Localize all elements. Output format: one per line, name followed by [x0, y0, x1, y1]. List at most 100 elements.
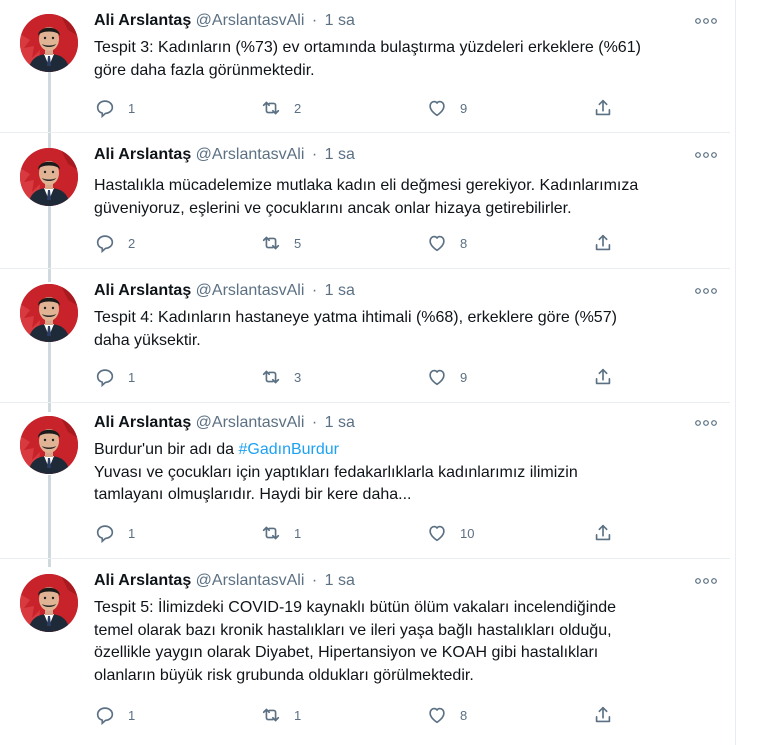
author-handle[interactable]: @ArslantasvAli — [196, 282, 305, 299]
like-button[interactable]: 10 — [426, 522, 474, 544]
tweet-header: Ali Arslantaş @ArslantasvAli · 1 sa — [94, 146, 355, 168]
more-options-icon[interactable] — [694, 284, 718, 298]
reply-button[interactable]: 1 — [94, 97, 135, 119]
more-options-icon[interactable] — [694, 14, 718, 28]
tweet-text-line: Burdur'un bir adı da #GadınBurdur — [94, 439, 724, 462]
author-handle[interactable]: @ArslantasvAli — [196, 12, 305, 29]
reply-button[interactable]: 1 — [94, 366, 135, 388]
tweet-text-line: Tespit 4: Kadınların hastaneye yatma iht… — [94, 309, 617, 326]
tweet-header: Ali Arslantaş @ArslantasvAli · 1 sa — [94, 282, 355, 304]
like-button[interactable]: 9 — [426, 366, 467, 388]
author-name[interactable]: Ali Arslantaş — [94, 146, 191, 163]
tweet-actions: 1 2 9 — [94, 97, 634, 121]
retweet-button[interactable]: 3 — [260, 366, 301, 388]
more-options-icon[interactable] — [694, 416, 718, 430]
tweet-text-line: daha yüksektir. — [94, 331, 201, 349]
tweet[interactable]: Ali Arslantaş @ArslantasvAli · 1 sa Tesp… — [0, 572, 730, 737]
tweet-text-line: güveniyoruz, eşlerini ve çocuklarını anc… — [94, 199, 572, 217]
author-handle[interactable]: @ArslantasvAli — [196, 572, 305, 589]
heart-icon — [426, 704, 448, 726]
tweet[interactable]: Ali Arslantaş @ArslantasvAli · 1 sa Hast… — [0, 146, 730, 264]
avatar[interactable] — [20, 416, 78, 474]
tweet-text-line: Tespit 3: Kadınların (%73) ev ortamında … — [94, 39, 641, 56]
share-button[interactable] — [592, 522, 614, 544]
author-name[interactable]: Ali Arslantaş — [94, 12, 191, 29]
tweet-intro: Burdur'un bir adı da — [94, 441, 235, 458]
share-icon — [592, 232, 614, 254]
tweet-text-line: Hastalıkla mücadelemize mutlaka kadın el… — [94, 177, 639, 194]
retweet-button[interactable]: 1 — [260, 704, 301, 726]
separator-dot: · — [311, 12, 318, 29]
tweet-header: Ali Arslantaş @ArslantasvAli · 1 sa — [94, 572, 355, 594]
reply-icon — [94, 522, 116, 544]
timestamp[interactable]: 1 sa — [325, 146, 355, 163]
tweet[interactable]: Ali Arslantaş @ArslantasvAli · 1 sa Burd… — [0, 414, 730, 554]
share-icon — [592, 366, 614, 388]
tweet-actions: 1 3 9 — [94, 366, 634, 390]
share-button[interactable] — [592, 232, 614, 254]
divider — [0, 558, 730, 559]
more-options-icon[interactable] — [694, 574, 718, 588]
avatar[interactable] — [20, 284, 78, 342]
retweet-count: 5 — [294, 235, 302, 251]
author-handle[interactable]: @ArslantasvAli — [196, 414, 305, 431]
like-button[interactable]: 9 — [426, 97, 467, 119]
like-count: 9 — [460, 100, 468, 116]
retweet-count: 1 — [294, 525, 302, 541]
like-count: 8 — [460, 235, 468, 251]
author-handle[interactable]: @ArslantasvAli — [196, 146, 305, 163]
retweet-button[interactable]: 1 — [260, 522, 301, 544]
avatar[interactable] — [20, 148, 78, 206]
reply-icon — [94, 366, 116, 388]
divider — [0, 402, 730, 403]
retweet-count: 3 — [294, 369, 302, 385]
tweet[interactable]: Ali Arslantaş @ArslantasvAli · 1 sa Tesp… — [0, 12, 730, 130]
reply-count: 2 — [128, 235, 136, 251]
tweet-text-line: göre daha fazla görünmektedir. — [94, 61, 315, 79]
reply-count: 1 — [128, 100, 136, 116]
tweet-text: Tespit 5: İlimizdeki COVID-19 kaynaklı b… — [94, 597, 724, 687]
retweet-icon — [260, 97, 282, 119]
share-button[interactable] — [592, 97, 614, 119]
reply-button[interactable]: 1 — [94, 704, 135, 726]
like-button[interactable]: 8 — [426, 232, 467, 254]
share-button[interactable] — [592, 366, 614, 388]
tweet-text-line: özellikle yaygın olarak Diyabet, Hiperta… — [94, 644, 599, 661]
retweet-icon — [260, 366, 282, 388]
reply-button[interactable]: 1 — [94, 522, 135, 544]
separator-dot: · — [311, 414, 318, 431]
tweet-text: Hastalıkla mücadelemize mutlaka kadın el… — [94, 175, 724, 220]
more-options-icon[interactable] — [694, 148, 718, 162]
reply-icon — [94, 704, 116, 726]
retweet-count: 2 — [294, 100, 302, 116]
like-count: 10 — [460, 525, 475, 541]
timestamp[interactable]: 1 sa — [325, 572, 355, 589]
retweet-icon — [260, 522, 282, 544]
reply-icon — [94, 232, 116, 254]
heart-icon — [426, 366, 448, 388]
author-name[interactable]: Ali Arslantaş — [94, 414, 191, 431]
heart-icon — [426, 232, 448, 254]
separator-dot: · — [311, 282, 318, 299]
avatar[interactable] — [20, 14, 78, 72]
share-icon — [592, 522, 614, 544]
reply-button[interactable]: 2 — [94, 232, 135, 254]
retweet-button[interactable]: 5 — [260, 232, 301, 254]
timestamp[interactable]: 1 sa — [325, 12, 355, 29]
tweet-actions: 1 1 10 — [94, 522, 634, 546]
hashtag-link[interactable]: #GadınBurdur — [238, 441, 339, 458]
share-button[interactable] — [592, 704, 614, 726]
retweet-button[interactable]: 2 — [260, 97, 301, 119]
tweet-text-line: Yuvası ve çocukları için yaptıkları feda… — [94, 463, 578, 481]
heart-icon — [426, 522, 448, 544]
avatar[interactable] — [20, 574, 78, 632]
tweet-text-line: temel olarak bazı kronik hastalıkları ve… — [94, 621, 612, 639]
reply-icon — [94, 97, 116, 119]
tweet-header: Ali Arslantaş @ArslantasvAli · 1 sa — [94, 414, 355, 436]
tweet[interactable]: Ali Arslantaş @ArslantasvAli · 1 sa Tesp… — [0, 282, 730, 400]
timestamp[interactable]: 1 sa — [325, 282, 355, 299]
timestamp[interactable]: 1 sa — [325, 414, 355, 431]
like-button[interactable]: 8 — [426, 704, 467, 726]
author-name[interactable]: Ali Arslantaş — [94, 572, 191, 589]
author-name[interactable]: Ali Arslantaş — [94, 282, 191, 299]
